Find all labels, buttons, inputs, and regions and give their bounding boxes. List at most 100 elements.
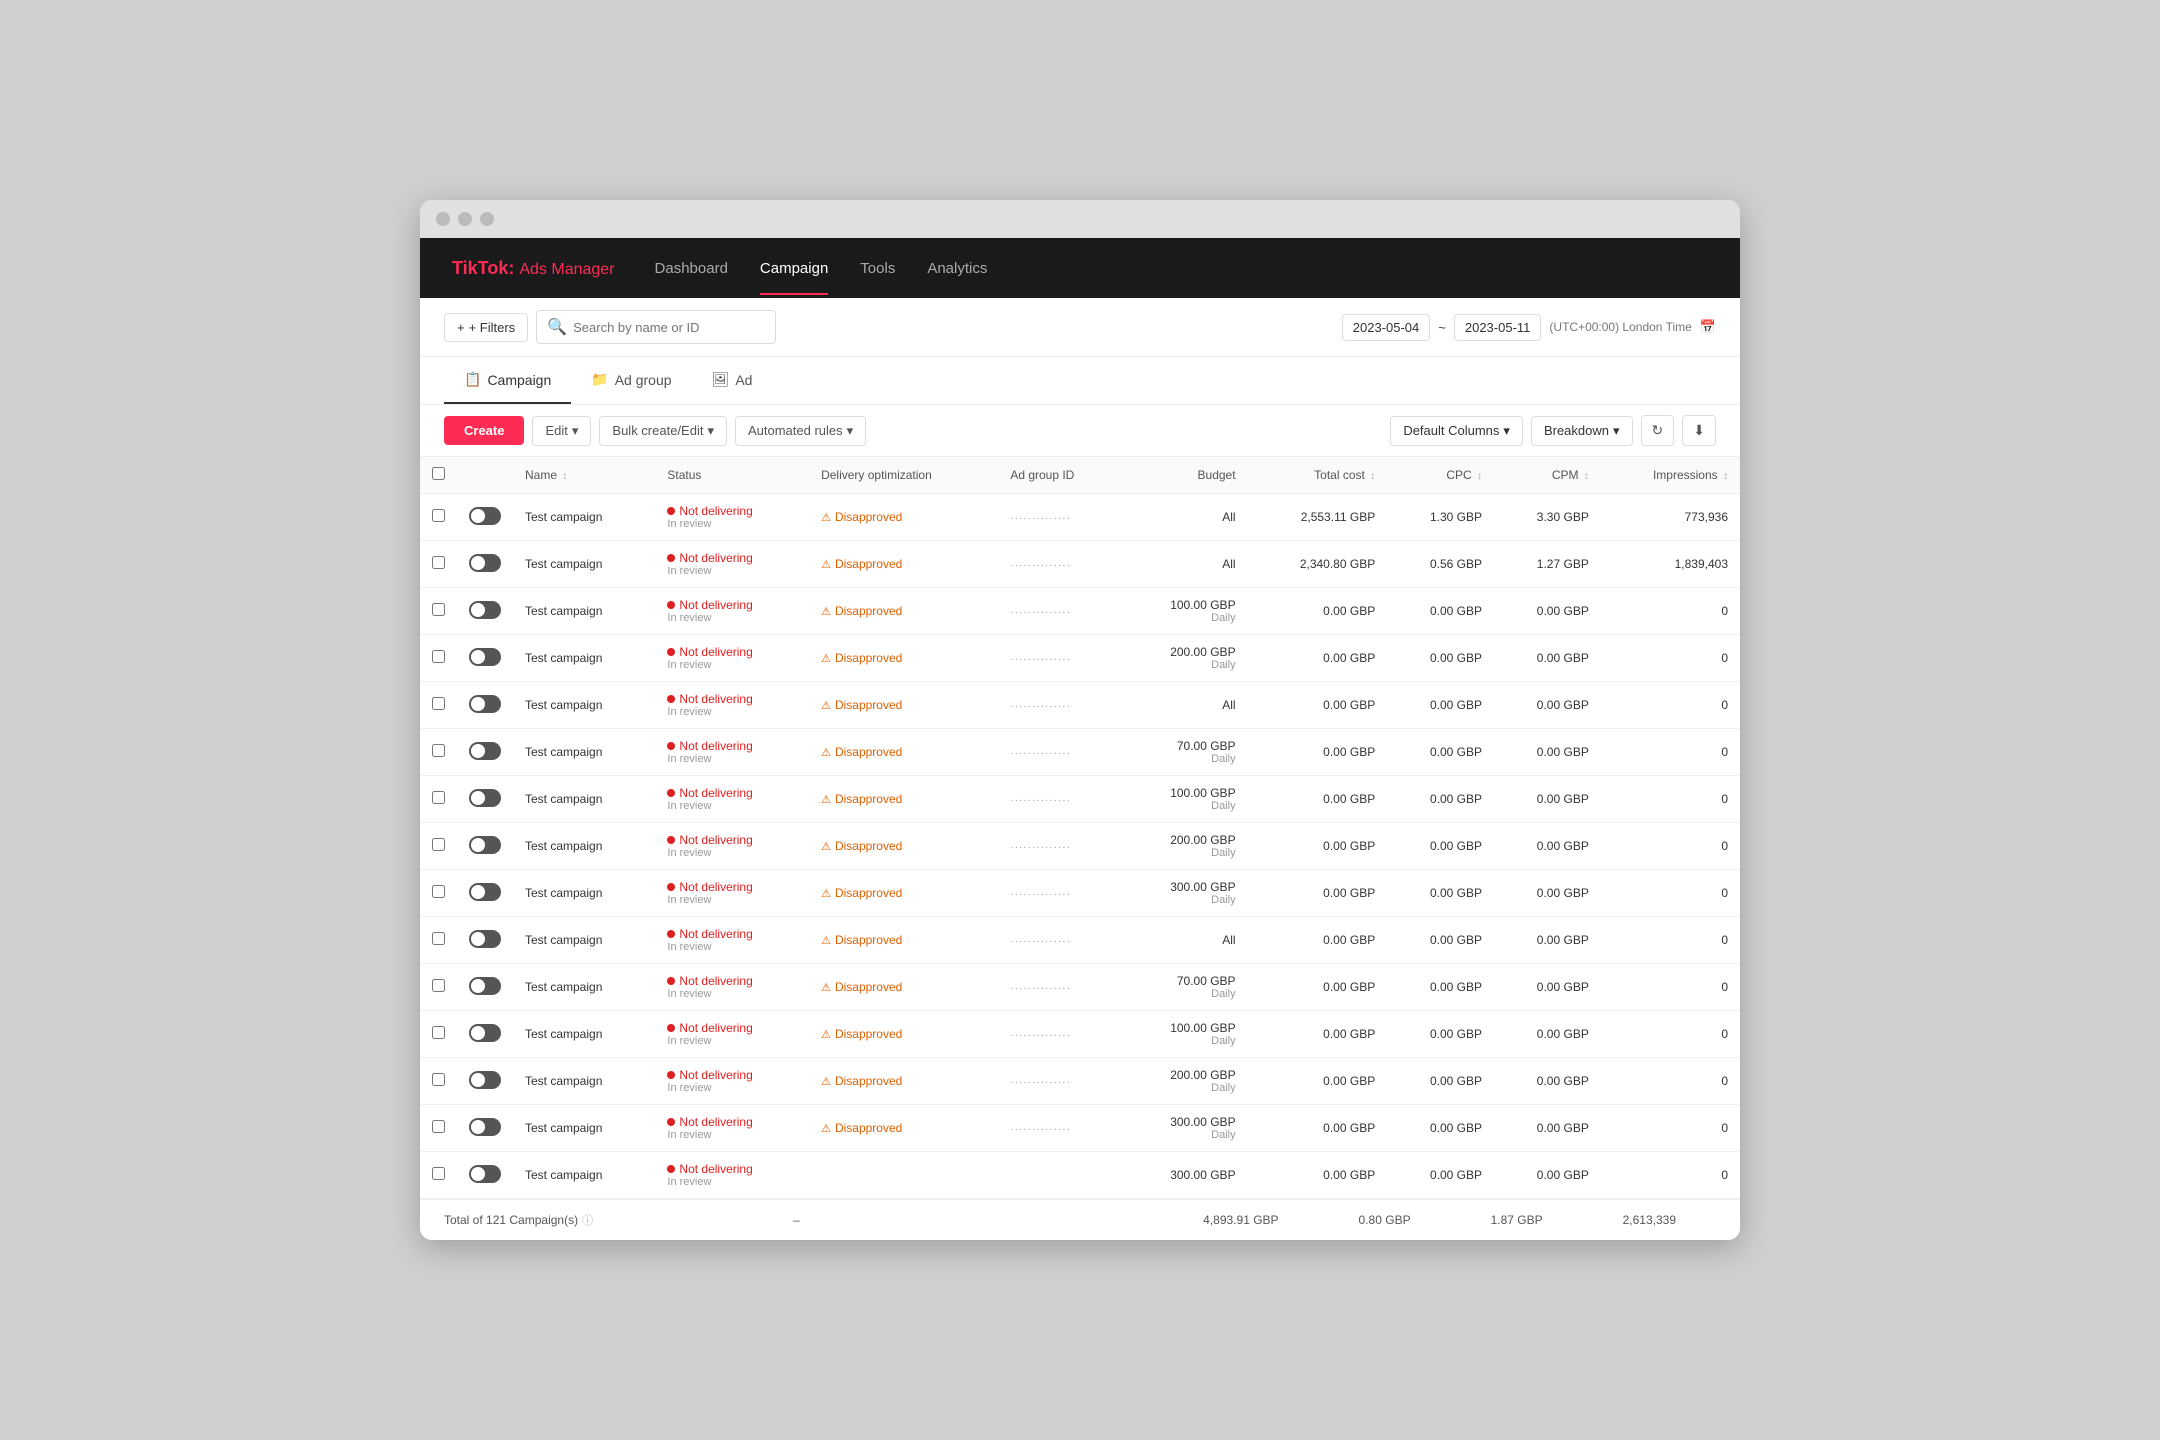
row-toggle-cell[interactable] <box>457 823 513 870</box>
campaign-toggle[interactable] <box>469 977 501 995</box>
row-checkbox-cell[interactable] <box>420 1058 457 1105</box>
nav-item-analytics[interactable]: Analytics <box>927 242 987 295</box>
campaign-toggle[interactable] <box>469 601 501 619</box>
download-button[interactable]: ⬇ <box>1682 415 1716 446</box>
table-row: Test campaign Not delivering In review ⚠… <box>420 635 1740 682</box>
default-columns-button[interactable]: Default Columns ▾ <box>1390 416 1523 446</box>
row-checkbox[interactable] <box>432 791 445 804</box>
row-status-cell: Not delivering In review <box>655 1058 809 1105</box>
row-checkbox[interactable] <box>432 1026 445 1039</box>
row-toggle-cell[interactable] <box>457 776 513 823</box>
budget-header[interactable]: Budget <box>1122 457 1248 494</box>
row-checkbox[interactable] <box>432 885 445 898</box>
select-all-header[interactable] <box>420 457 457 494</box>
campaign-toggle[interactable] <box>469 1165 501 1183</box>
browser-dot-close[interactable] <box>436 212 450 226</box>
row-checkbox[interactable] <box>432 932 445 945</box>
row-checkbox[interactable] <box>432 1073 445 1086</box>
table-header-row: Name ↕ Status Delivery optimization Ad g… <box>420 457 1740 494</box>
refresh-button[interactable]: ↻ <box>1641 415 1675 446</box>
nav-item-dashboard[interactable]: Dashboard <box>655 242 728 295</box>
row-checkbox[interactable] <box>432 697 445 710</box>
cpm-value: 0.00 GBP <box>1537 792 1589 806</box>
row-checkbox-cell[interactable] <box>420 870 457 917</box>
browser-dot-max[interactable] <box>480 212 494 226</box>
edit-button[interactable]: Edit ▾ <box>532 416 591 446</box>
row-checkbox[interactable] <box>432 979 445 992</box>
campaign-toggle[interactable] <box>469 930 501 948</box>
row-checkbox-cell[interactable] <box>420 1011 457 1058</box>
cpm-header[interactable]: CPM ↕ <box>1494 457 1601 494</box>
row-toggle-cell[interactable] <box>457 494 513 541</box>
create-button[interactable]: Create <box>444 416 524 445</box>
status-header[interactable]: Status <box>655 457 809 494</box>
nav-item-campaign[interactable]: Campaign <box>760 242 828 295</box>
adgroup-id-header[interactable]: Ad group ID <box>998 457 1122 494</box>
row-checkbox[interactable] <box>432 650 445 663</box>
search-input[interactable] <box>573 320 765 335</box>
campaign-toggle[interactable] <box>469 789 501 807</box>
row-toggle-cell[interactable] <box>457 1152 513 1199</box>
row-total-cost-cell: 0.00 GBP <box>1248 729 1388 776</box>
row-toggle-cell[interactable] <box>457 588 513 635</box>
row-toggle-cell[interactable] <box>457 1105 513 1152</box>
campaign-toggle[interactable] <box>469 1071 501 1089</box>
campaign-toggle[interactable] <box>469 507 501 525</box>
total-cost-header[interactable]: Total cost ↕ <box>1248 457 1388 494</box>
cpc-header[interactable]: CPC ↕ <box>1387 457 1494 494</box>
row-toggle-cell[interactable] <box>457 729 513 776</box>
name-header[interactable]: Name ↕ <box>513 457 655 494</box>
row-checkbox-cell[interactable] <box>420 964 457 1011</box>
nav-item-tools[interactable]: Tools <box>860 242 895 295</box>
row-checkbox-cell[interactable] <box>420 682 457 729</box>
tab-ad[interactable]: 🖼 Ad <box>692 357 773 404</box>
row-checkbox[interactable] <box>432 744 445 757</box>
tab-adgroup[interactable]: 📁 Ad group <box>571 357 691 404</box>
row-toggle-cell[interactable] <box>457 870 513 917</box>
impressions-header[interactable]: Impressions ↕ <box>1601 457 1740 494</box>
row-checkbox-cell[interactable] <box>420 729 457 776</box>
row-checkbox[interactable] <box>432 1167 445 1180</box>
row-checkbox-cell[interactable] <box>420 776 457 823</box>
date-start[interactable]: 2023-05-04 <box>1342 314 1431 341</box>
campaign-toggle[interactable] <box>469 836 501 854</box>
automated-rules-button[interactable]: Automated rules ▾ <box>735 416 866 446</box>
row-checkbox[interactable] <box>432 603 445 616</box>
row-checkbox-cell[interactable] <box>420 823 457 870</box>
campaign-toggle[interactable] <box>469 883 501 901</box>
row-checkbox-cell[interactable] <box>420 1105 457 1152</box>
row-toggle-cell[interactable] <box>457 964 513 1011</box>
delivery-header[interactable]: Delivery optimization <box>809 457 998 494</box>
row-checkbox-cell[interactable] <box>420 541 457 588</box>
row-toggle-cell[interactable] <box>457 682 513 729</box>
row-checkbox[interactable] <box>432 1120 445 1133</box>
row-toggle-cell[interactable] <box>457 1058 513 1105</box>
row-checkbox-cell[interactable] <box>420 494 457 541</box>
row-toggle-cell[interactable] <box>457 541 513 588</box>
breakdown-button[interactable]: Breakdown ▾ <box>1531 416 1633 446</box>
row-checkbox[interactable] <box>432 509 445 522</box>
row-checkbox-cell[interactable] <box>420 635 457 682</box>
campaign-toggle[interactable] <box>469 554 501 572</box>
filter-button[interactable]: + + Filters <box>444 313 528 342</box>
row-toggle-cell[interactable] <box>457 635 513 682</box>
row-checkbox[interactable] <box>432 556 445 569</box>
row-checkbox-cell[interactable] <box>420 917 457 964</box>
campaign-toggle[interactable] <box>469 695 501 713</box>
bulk-create-button[interactable]: Bulk create/Edit ▾ <box>599 416 727 446</box>
row-toggle-cell[interactable] <box>457 917 513 964</box>
row-checkbox[interactable] <box>432 838 445 851</box>
campaign-toggle[interactable] <box>469 742 501 760</box>
calendar-icon[interactable]: 📅 <box>1700 319 1716 335</box>
row-toggle-cell[interactable] <box>457 1011 513 1058</box>
select-all-checkbox[interactable] <box>432 467 445 480</box>
row-checkbox-cell[interactable] <box>420 1152 457 1199</box>
date-end[interactable]: 2023-05-11 <box>1454 314 1542 341</box>
row-cpc-cell: 0.00 GBP <box>1387 588 1494 635</box>
campaign-toggle[interactable] <box>469 1118 501 1136</box>
tab-campaign[interactable]: 📋 Campaign <box>444 357 571 404</box>
browser-dot-min[interactable] <box>458 212 472 226</box>
campaign-toggle[interactable] <box>469 1024 501 1042</box>
campaign-toggle[interactable] <box>469 648 501 666</box>
row-checkbox-cell[interactable] <box>420 588 457 635</box>
